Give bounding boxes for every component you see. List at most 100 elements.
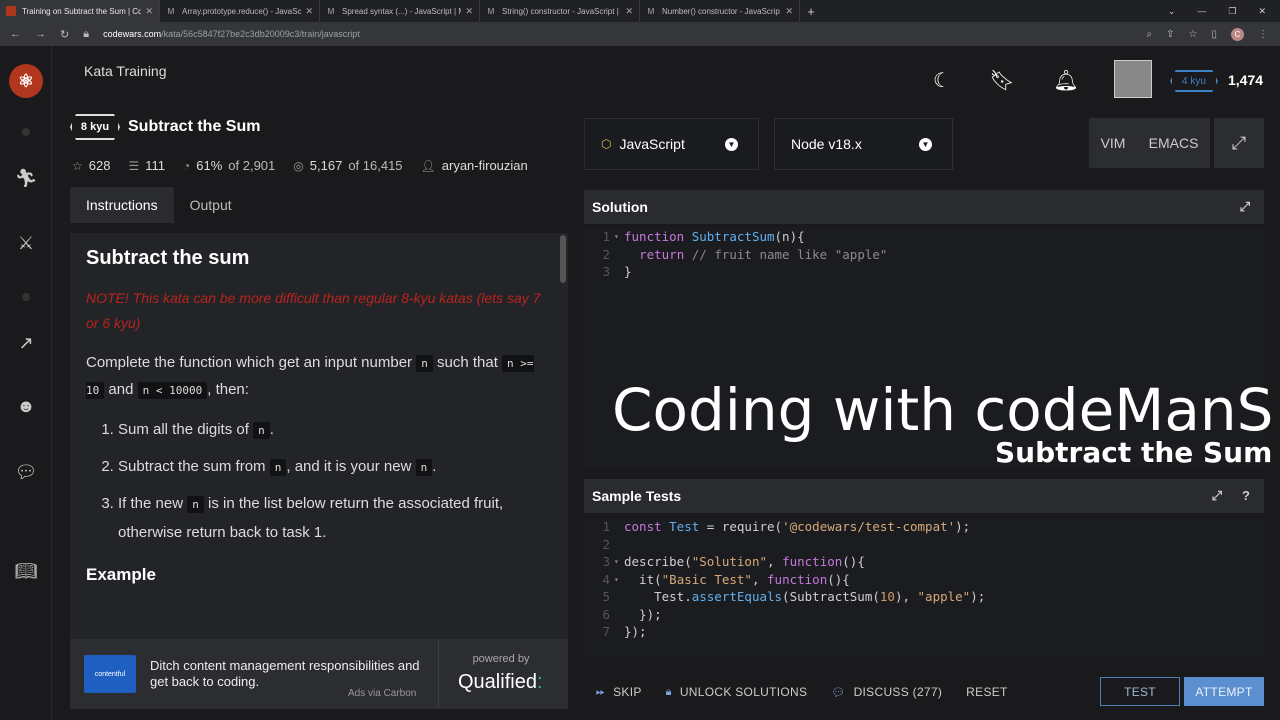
line-number: 6 — [602, 606, 610, 622]
author-stat[interactable]: 👤︎ aryan-firouzian — [421, 158, 528, 173]
bookmark-star-icon[interactable]: ☆ — [1189, 29, 1198, 40]
fullscreen-icon[interactable]: ⤢ — [1214, 118, 1264, 168]
help-icon[interactable]: ? — [1242, 488, 1250, 503]
carbon-ad[interactable]: contentful Ditch content management resp… — [70, 639, 568, 709]
browser-menu-icon[interactable]: ⋮ — [1258, 29, 1268, 40]
share-icon[interactable]: ⇪ — [1166, 29, 1174, 40]
steps-list: Sum all the digits of n. Subtract the su… — [86, 416, 552, 547]
satisfaction-stat: ◔ 61% of 2,901 — [183, 158, 275, 173]
satisfaction-total: of 2,901 — [228, 158, 276, 173]
notifications-bell-icon[interactable]: 🔔︎ — [1053, 68, 1078, 92]
tab-search-icon[interactable]: ⌄ — [1168, 6, 1176, 17]
reset-button[interactable]: RESET — [954, 685, 1020, 699]
lock-icon[interactable]: 🔒︎ — [83, 28, 89, 41]
qualified-logo[interactable]: Qualified: — [458, 671, 543, 694]
new-tab-icon[interactable]: + — [800, 4, 822, 19]
collections-count: 111 — [145, 158, 165, 173]
fold-icon[interactable]: ▾ — [614, 228, 624, 246]
bookmarks-icon[interactable]: 🔖︎ — [989, 68, 1014, 92]
code-token: function — [767, 571, 828, 587]
ads-via-carbon[interactable]: Ads via Carbon — [348, 688, 416, 699]
tab-close-icon[interactable]: ✕ — [145, 6, 153, 17]
sample-tests-editor[interactable]: 1 const Test = require('@codewars/test-c… — [584, 518, 1264, 656]
code-token: (){ — [842, 554, 865, 569]
collections-stat[interactable]: ☰ 111 — [128, 158, 165, 173]
user-avatar[interactable] — [1114, 60, 1152, 98]
vim-mode-button[interactable]: VIM — [1101, 135, 1126, 151]
leaderboard-trend-icon[interactable]: ↗ — [14, 331, 38, 355]
stars-stat[interactable]: ☆ 628 — [72, 158, 110, 173]
star-icon: ☆ — [72, 158, 83, 173]
browser-tab[interactable]: M Array.prototype.reduce() - JavaSc ✕ — [160, 0, 320, 22]
app-sidebar: ⚛ 🏃︎ ⚔ ↗ ☻ 💬︎ 📖︎ — [0, 46, 52, 720]
chat-icon[interactable]: 💬︎ — [14, 460, 38, 484]
browser-tab[interactable]: M Number() constructor - JavaScrip ✕ — [640, 0, 800, 22]
skip-button[interactable]: ⏩︎ SKIP — [584, 685, 654, 699]
reload-icon[interactable]: ↻ — [60, 28, 69, 41]
line-number: 7 — [602, 624, 610, 639]
url-field[interactable]: codewars.com/kata/56c5847f27be2c3db20009… — [103, 29, 1146, 39]
browser-profile-avatar[interactable]: C — [1231, 27, 1244, 41]
description-scrollbar[interactable] — [560, 235, 566, 283]
language-select[interactable]: ⬡ JavaScript ▼ — [584, 118, 759, 170]
training-icon[interactable]: 🏃︎ — [14, 166, 38, 190]
emacs-mode-button[interactable]: EMACS — [1149, 135, 1199, 151]
code-token: ); — [955, 519, 971, 534]
kata-description[interactable]: Subtract the sum NOTE! This kata can be … — [70, 233, 568, 639]
discord-icon[interactable]: ☻ — [14, 394, 38, 418]
ad-divider — [438, 639, 439, 709]
attempt-button[interactable]: ATTEMPT — [1184, 677, 1264, 706]
user-rank-badge: 4 kyu — [1170, 70, 1218, 92]
codewars-logo-icon[interactable]: ⚛ — [9, 64, 43, 98]
fold-icon[interactable]: ▾ — [614, 553, 624, 571]
maximize-icon[interactable]: ❐ — [1228, 6, 1236, 17]
docs-book-icon[interactable]: 📖︎ — [14, 559, 38, 583]
minimize-icon[interactable]: — — [1197, 6, 1206, 16]
ad-text[interactable]: Ditch content management responsibilitie… — [150, 658, 430, 690]
back-icon[interactable]: ← — [10, 28, 21, 41]
sidebar-toggle-icon[interactable]: ▯ — [1211, 29, 1217, 40]
satisfaction-icon: ◔ — [183, 158, 191, 173]
kata-info: 8 kyu Subtract the Sum ☆ 628 ☰ 111 ◔ 61% of … — [70, 114, 570, 223]
text: . — [432, 458, 437, 475]
browser-tab-active[interactable]: Training on Subtract the Sum | Co ✕ — [0, 0, 160, 22]
expand-tests-icon[interactable]: ⤢ — [1212, 488, 1222, 504]
version-select[interactable]: Node v18.x ▼ — [774, 118, 953, 170]
mdn-favicon-icon: M — [327, 6, 335, 16]
tab-title: Training on Subtract the Sum | Co — [22, 6, 142, 16]
description-paragraph: Complete the function which get an input… — [86, 350, 552, 404]
tab-close-icon[interactable]: ✕ — [305, 6, 313, 17]
video-overlay-title: Coding with codeManS — [612, 376, 1274, 444]
tab-close-icon[interactable]: ✕ — [465, 6, 473, 17]
dark-mode-moon-icon[interactable]: ☾ — [930, 68, 954, 92]
inline-code: n — [253, 422, 270, 439]
tab-close-icon[interactable]: ✕ — [785, 6, 793, 17]
expand-solution-icon[interactable]: ⤢ — [1240, 199, 1250, 215]
fold-icon[interactable]: ▾ — [614, 571, 624, 589]
browser-tab[interactable]: M Spread syntax (...) - JavaScript | M ✕ — [320, 0, 480, 22]
tab-output[interactable]: Output — [174, 187, 248, 223]
browser-tab[interactable]: M String() constructor - JavaScript | ✕ — [480, 0, 640, 22]
practice-icon[interactable]: ⚔ — [14, 231, 38, 255]
unlock-label: UNLOCK SOLUTIONS — [679, 685, 808, 699]
tab-title: Number() constructor - JavaScrip — [662, 6, 780, 16]
forward-icon[interactable]: → — [35, 28, 46, 41]
zoom-icon[interactable]: ⌕ — [1147, 29, 1153, 40]
tab-close-icon[interactable]: ✕ — [625, 6, 633, 17]
tab-instructions[interactable]: Instructions — [70, 187, 174, 223]
text: Subtract the sum from — [118, 458, 266, 475]
tab-title: String() constructor - JavaScript | — [502, 6, 619, 16]
lock-icon: 🔒︎ — [665, 685, 672, 698]
line-number: 2 — [602, 246, 610, 262]
address-bar: ← → ↻ 🔒︎ codewars.com/kata/56c5847f27be2… — [0, 22, 1280, 46]
solution-title: Solution — [592, 199, 648, 215]
code-token: }); — [624, 606, 662, 622]
discuss-button[interactable]: 💬︎ DISCUSS (277) — [819, 685, 954, 699]
code-token: "Basic Test" — [661, 571, 752, 587]
close-window-icon[interactable]: ✕ — [1258, 6, 1266, 17]
action-bar: ⏩︎ SKIP 🔒︎ UNLOCK SOLUTIONS 💬︎ DISCUSS (277… — [584, 674, 1264, 710]
test-button[interactable]: TEST — [1100, 677, 1180, 706]
unlock-solutions-button[interactable]: 🔒︎ UNLOCK SOLUTIONS — [654, 685, 820, 699]
inline-code: n — [187, 496, 204, 513]
